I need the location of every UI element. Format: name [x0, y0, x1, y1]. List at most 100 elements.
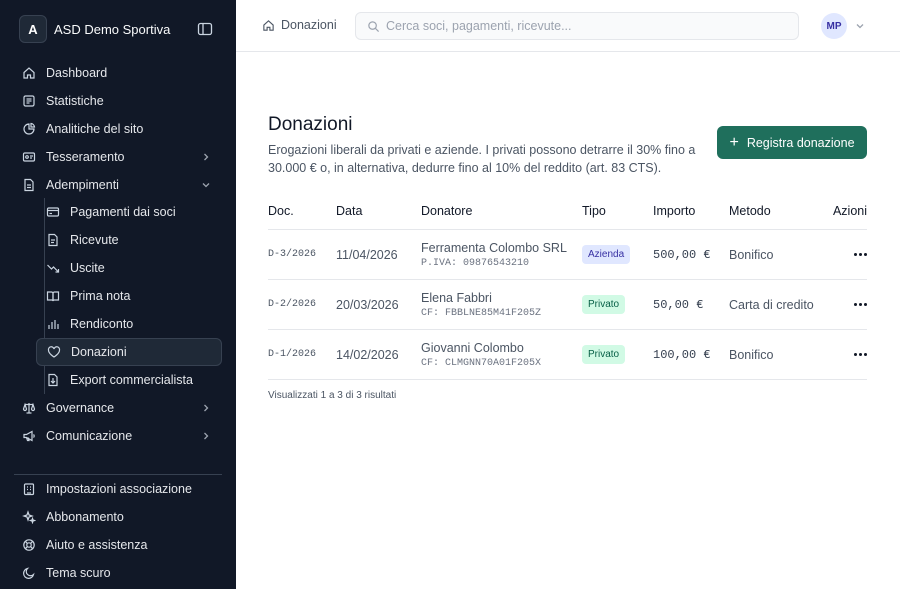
- sidebar-item-pagamenti-soci[interactable]: Pagamenti dai soci: [36, 198, 222, 226]
- avatar[interactable]: MP: [821, 13, 847, 39]
- home-icon[interactable]: [262, 19, 275, 32]
- donation-date: 20/03/2026: [336, 297, 399, 312]
- donor-name: Elena Fabbri: [421, 290, 492, 305]
- search-input[interactable]: [386, 19, 786, 33]
- page-description: Erogazioni liberali da privati e aziende…: [268, 143, 696, 175]
- table-row[interactable]: D-3/2026 11/04/2026 Ferramenta Colombo S…: [268, 230, 867, 280]
- sidebar-item-label: Ricevute: [70, 233, 119, 248]
- table-row[interactable]: D-1/2026 14/02/2026 Giovanni Colombo CF:…: [268, 330, 867, 380]
- bar-chart-icon: [46, 317, 60, 331]
- trend-down-icon: [46, 261, 60, 275]
- donor-tax-id: P.IVA: 09876543210: [421, 257, 530, 269]
- add-donation-button[interactable]: + Registra donazione: [717, 126, 867, 159]
- main-content: Donazioni Erogazioni liberali da privati…: [236, 53, 900, 589]
- sidebar-item-adempimenti[interactable]: Adempimenti: [14, 171, 222, 199]
- sidebar-item-tesseramento[interactable]: Tesseramento: [14, 143, 222, 171]
- sidebar-item-abbonamento[interactable]: Abbonamento: [14, 503, 222, 531]
- sidebar-item-label: Aiuto e assistenza: [46, 537, 148, 552]
- sidebar-item-export[interactable]: Export commercialista: [36, 366, 222, 394]
- org-avatar: A: [19, 15, 47, 43]
- credit-card-icon: [46, 205, 60, 219]
- payment-method: Bonifico: [729, 247, 774, 262]
- chevron-down-icon[interactable]: [854, 20, 866, 32]
- sidebar-item-label: Pagamenti dai soci: [70, 205, 176, 220]
- sidebar-item-label: Statistiche: [46, 93, 104, 108]
- donation-amount: 50,00 €: [653, 297, 704, 312]
- org-name: ASD Demo Sportiva: [54, 21, 171, 37]
- column-header-date: Data: [336, 204, 363, 218]
- sidebar-item-label: Governance: [46, 400, 115, 415]
- receipt-icon: [46, 233, 60, 247]
- heart-icon: [47, 345, 61, 359]
- sidebar-item-tema-scuro[interactable]: Tema scuro: [14, 559, 222, 587]
- type-badge: Azienda: [582, 245, 631, 264]
- sidebar-item-governance[interactable]: Governance: [14, 394, 222, 422]
- megaphone-icon: [22, 429, 36, 443]
- more-actions-icon[interactable]: [854, 303, 867, 306]
- doc-number: D-1/2026: [268, 349, 317, 360]
- more-actions-icon[interactable]: [854, 253, 867, 256]
- sidebar-item-impostazioni[interactable]: Impostazioni associazione: [14, 475, 222, 503]
- moon-icon: [22, 566, 36, 580]
- table-header: Doc. Data Donatore Tipo Importo Metodo A…: [268, 193, 867, 230]
- sparkles-icon: [22, 509, 36, 524]
- user-menu[interactable]: MP: [821, 13, 866, 39]
- chevron-right-icon: [200, 151, 212, 163]
- sidebar-item-uscite[interactable]: Uscite: [36, 254, 222, 282]
- type-badge: Privato: [582, 295, 626, 314]
- sidebar-item-label: Impostazioni associazione: [46, 481, 192, 496]
- lifebuoy-icon: [22, 538, 36, 552]
- table-row[interactable]: D-2/2026 20/03/2026 Elena Fabbri CF: FBB…: [268, 280, 867, 330]
- sidebar-nav: Dashboard Statistiche Analitiche del sit…: [14, 59, 222, 449]
- adempimenti-submenu: Pagamenti dai soci Ricevute Uscite Prima…: [36, 198, 222, 394]
- sidebar-item-rendiconto[interactable]: Rendiconto: [36, 310, 222, 338]
- search-icon: [367, 20, 380, 33]
- sidebar-item-label: Rendiconto: [70, 316, 134, 331]
- column-header-doc: Doc.: [268, 204, 294, 218]
- sidebar-item-dashboard[interactable]: Dashboard: [14, 59, 222, 87]
- column-header-type: Tipo: [582, 204, 606, 218]
- sidebar-item-ricevute[interactable]: Ricevute: [36, 226, 222, 254]
- sidebar-item-label: Dashboard: [46, 65, 108, 80]
- sidebar-item-donazioni[interactable]: Donazioni: [36, 337, 222, 366]
- breadcrumb-current: Donazioni: [281, 18, 337, 32]
- topbar: Donazioni MP: [236, 0, 900, 52]
- results-count: Visualizzati 1 a 3 di 3 risultati: [268, 390, 397, 401]
- doc-number: D-3/2026: [268, 249, 317, 260]
- sidebar-item-comunicazione[interactable]: Comunicazione: [14, 422, 222, 450]
- sidebar-item-statistiche[interactable]: Statistiche: [14, 87, 222, 115]
- sidebar-item-label: Export commercialista: [70, 372, 193, 387]
- donation-amount: 100,00 €: [653, 347, 711, 362]
- sidebar-item-aiuto[interactable]: Aiuto e assistenza: [14, 531, 222, 559]
- donor-name: Giovanni Colombo: [421, 340, 524, 355]
- chevron-right-icon: [200, 402, 212, 414]
- building-icon: [22, 482, 36, 496]
- column-header-donor: Donatore: [421, 204, 473, 218]
- donor-tax-id: CF: FBBLNE85M41F205Z: [421, 307, 542, 319]
- donations-table: Doc. Data Donatore Tipo Importo Metodo A…: [268, 193, 867, 380]
- chevron-right-icon: [200, 430, 212, 442]
- sidebar-item-label: Comunicazione: [46, 428, 133, 443]
- sidebar-item-label: Tema scuro: [46, 565, 111, 580]
- more-actions-icon[interactable]: [854, 353, 867, 356]
- sidebar-item-label: Analitiche del sito: [46, 121, 144, 136]
- sidebar-toggle-icon[interactable]: [197, 21, 213, 37]
- sidebar-item-prima-nota[interactable]: Prima nota: [36, 282, 222, 310]
- column-header-method: Metodo: [729, 204, 771, 218]
- sidebar-item-label: Donazioni: [71, 344, 127, 359]
- search-box[interactable]: [355, 12, 799, 40]
- donor-name: Ferramenta Colombo SRL: [421, 240, 567, 255]
- sidebar-item-label: Abbonamento: [46, 509, 124, 524]
- page-title: Donazioni: [268, 114, 353, 135]
- sidebar-item-analitiche[interactable]: Analitiche del sito: [14, 115, 222, 143]
- add-donation-label: Registra donazione: [746, 135, 855, 150]
- book-icon: [46, 289, 60, 303]
- pie-icon: [22, 122, 36, 136]
- chevron-down-icon: [200, 179, 212, 191]
- plus-icon: +: [729, 133, 739, 151]
- column-header-amount: Importo: [653, 204, 696, 218]
- donor-tax-id: CF: CLMGNN70A01F205X: [421, 357, 542, 369]
- org-switcher[interactable]: A ASD Demo Sportiva: [19, 15, 170, 43]
- payment-method: Carta di credito: [729, 297, 814, 312]
- sidebar-bottom-nav: Impostazioni associazione Abbonamento Ai…: [14, 475, 222, 587]
